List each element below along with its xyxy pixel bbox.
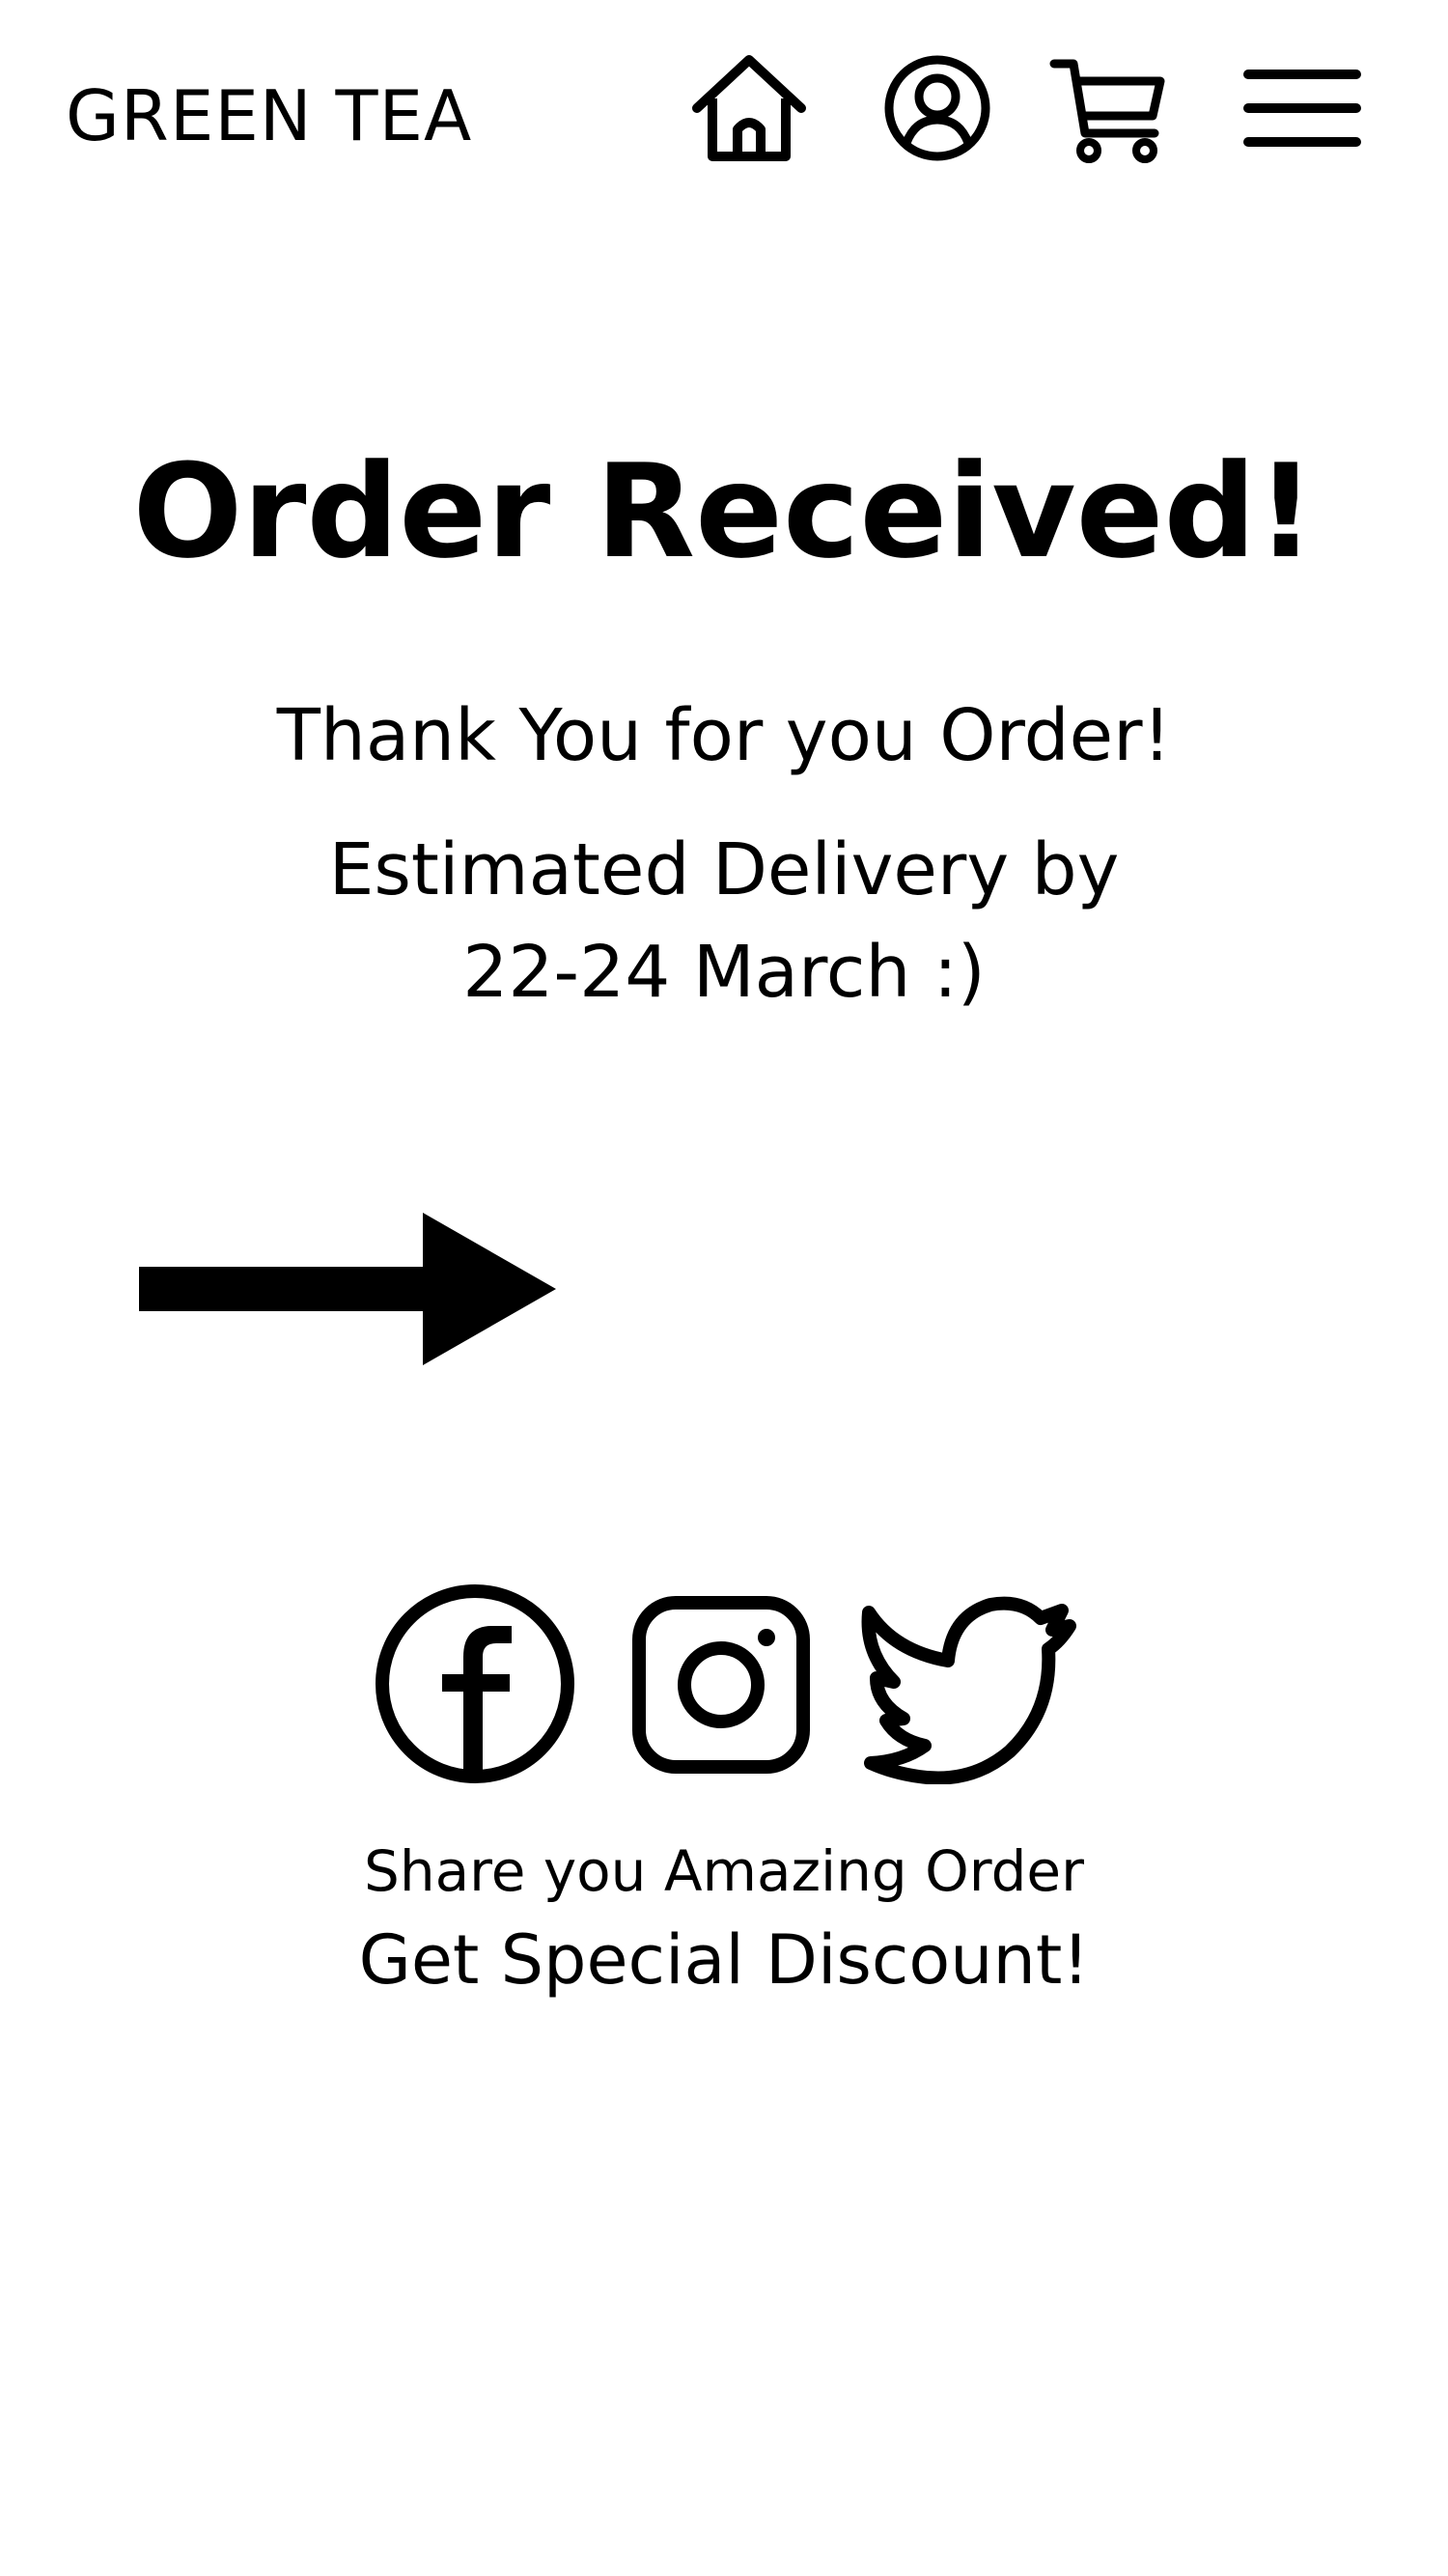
home-button[interactable] [687,52,811,164]
twitter-icon [861,1596,1076,1784]
delivery-estimate-line2: 22-24 March :) [462,931,986,1014]
header: GREEN TEA [0,0,1448,232]
instagram-button[interactable] [631,1595,811,1775]
discount-prompt: Get Special Discount! [358,1920,1090,2000]
facebook-button[interactable] [375,1583,575,1784]
menu-button[interactable] [1239,62,1365,154]
menu-icon [1243,70,1361,147]
twitter-button[interactable] [855,1595,1083,1784]
thank-you-message: Thank You for you Order! [276,694,1172,777]
delivery-estimate: Estimated Delivery by 22-24 March :) [0,819,1448,1023]
instagram-icon [632,1596,810,1774]
page-title: Order Received! [132,436,1316,587]
cart-button[interactable] [1048,52,1168,164]
continue-button[interactable] [139,1213,556,1365]
account-button[interactable] [882,52,992,164]
delivery-estimate-line1: Estimated Delivery by [328,828,1120,911]
facebook-icon [376,1584,574,1783]
cart-icon [1049,59,1165,163]
account-icon [884,55,990,161]
share-prompt: Share you Amazing Order [364,1838,1084,1904]
brand-logo-text[interactable]: GREEN TEA [66,75,472,156]
arrow-right-icon [139,1213,556,1365]
home-icon [692,55,806,161]
